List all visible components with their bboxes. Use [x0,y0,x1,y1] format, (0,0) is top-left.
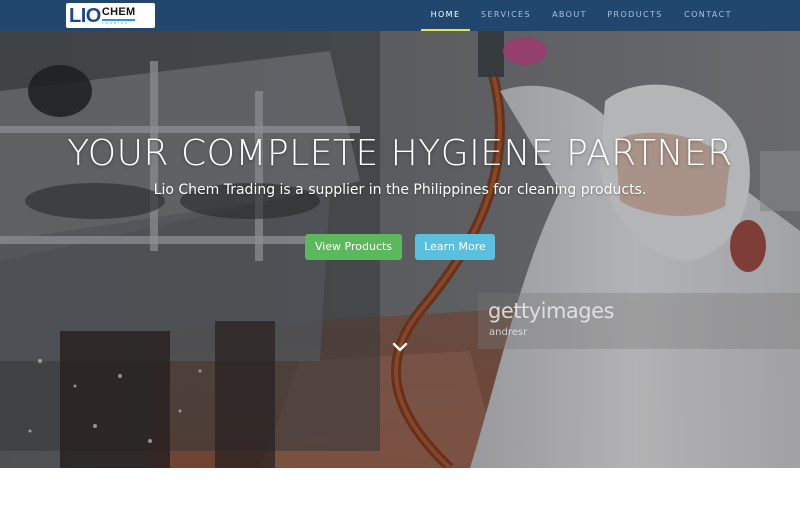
nav-services[interactable]: SERVICES [474,0,538,31]
learn-more-button[interactable]: Learn More [415,234,495,260]
hero-section: gettyimages andresr YOUR COMPLETE HYGIEN… [0,31,800,468]
watermark-brand: gettyimages [488,299,615,323]
nav-about[interactable]: ABOUT [544,0,595,31]
content-section-start [0,468,800,509]
chevron-down-icon[interactable] [391,340,409,354]
stock-watermark: gettyimages andresr [478,293,800,349]
view-products-button[interactable]: View Products [305,234,402,260]
nav-products[interactable]: PRODUCTS [600,0,670,31]
hero-subtitle: Lio Chem Trading is a supplier in the Ph… [153,182,647,198]
logo-lio-text: LIO [69,4,101,27]
nav-contact[interactable]: CONTACT [677,0,739,31]
logo-chem-text: CHEM [101,6,136,21]
logo-tagline: TRADING [101,20,130,25]
nav-home[interactable]: HOME [421,0,470,31]
watermark-author: andresr [489,327,528,338]
top-navbar: LIO CHEM TRADING HOME SERVICES ABOUT PRO… [0,0,800,31]
chevron-down-icon-graphic [392,342,408,352]
site-logo[interactable]: LIO CHEM TRADING [66,3,155,28]
hero-title: YOUR COMPLETE HYGIENE PARTNER [67,133,733,174]
logo-chem-block: CHEM TRADING [101,6,136,25]
